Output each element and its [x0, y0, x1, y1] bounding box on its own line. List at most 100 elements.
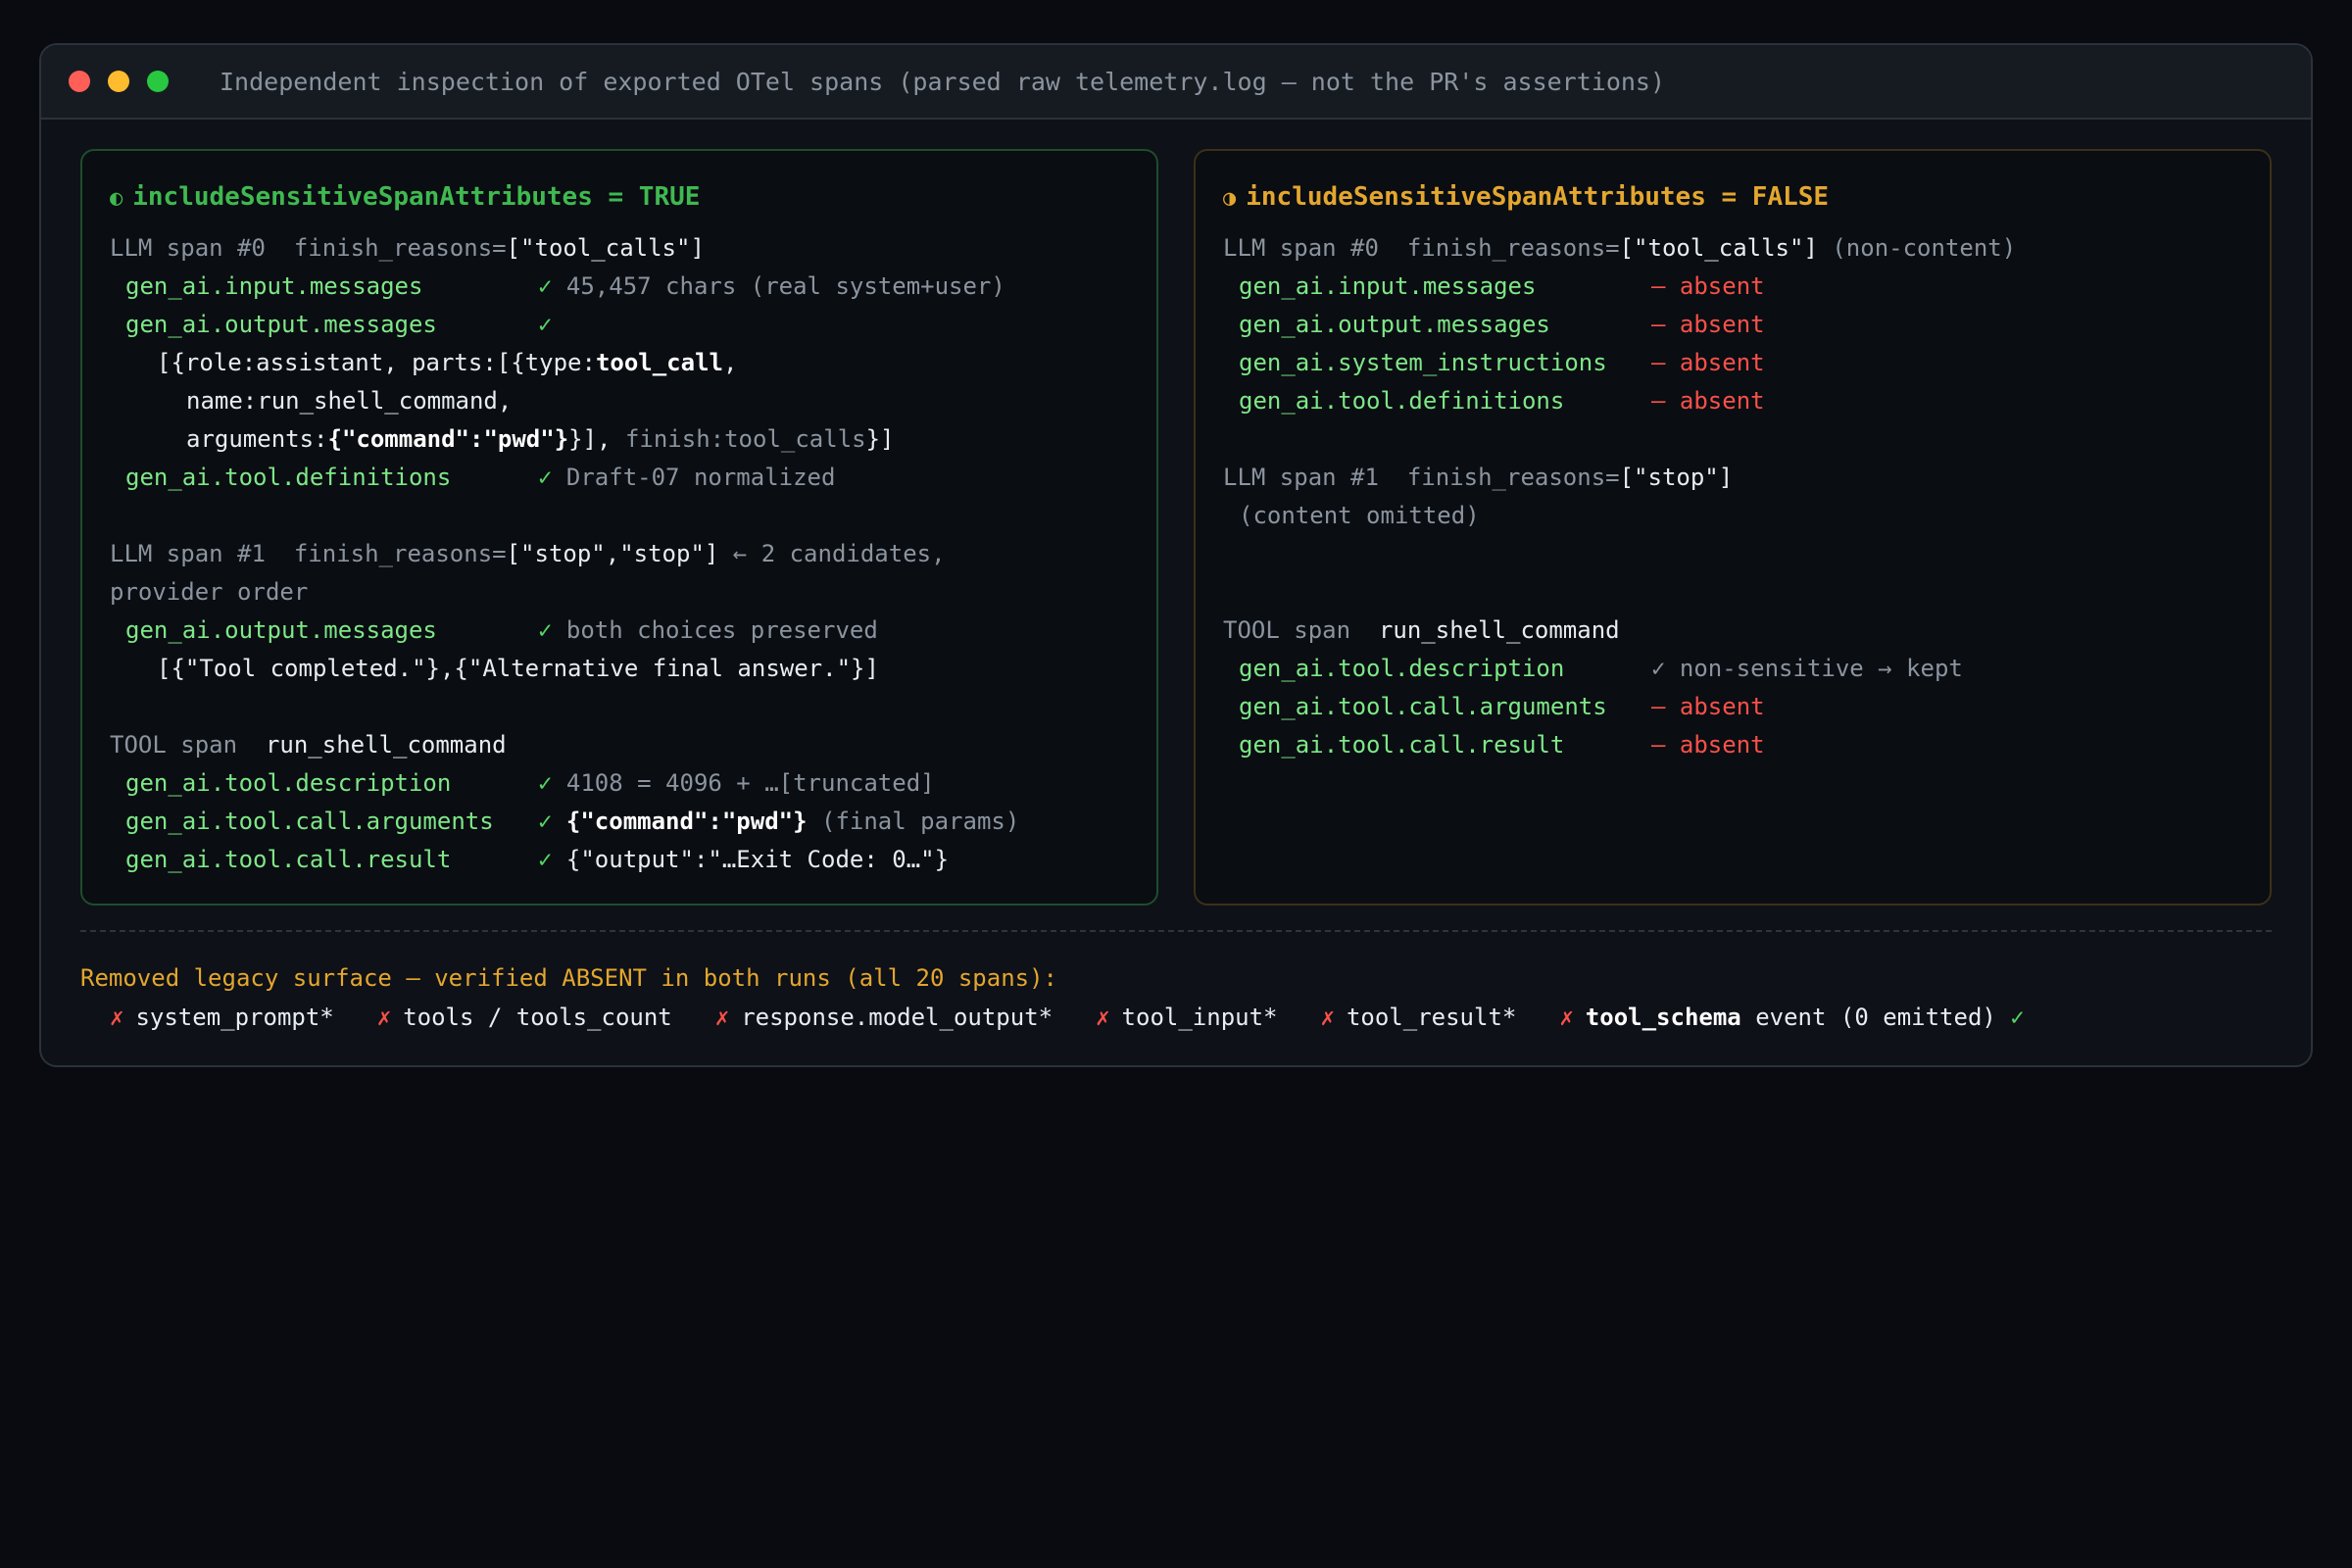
- attr-absent: — absent: [1651, 272, 1765, 300]
- output-bold: tool_call: [595, 349, 723, 376]
- note-text: (content omitted): [1239, 502, 1480, 529]
- cross-icon: ✗: [1559, 1004, 1574, 1031]
- finish-value: ["tool_calls"]: [506, 234, 705, 262]
- attr-key: gen_ai.system_instructions: [1239, 349, 1607, 376]
- output-text: }],: [568, 425, 612, 453]
- attr-key: gen_ai.tool.call.arguments: [125, 808, 494, 835]
- span-label: LLM span #1: [110, 540, 266, 567]
- check-icon: ✓: [2010, 1004, 2025, 1031]
- attr-row: gen_ai.tool.call.arguments — absent: [1223, 688, 2242, 726]
- attr-absent: — absent: [1651, 693, 1765, 720]
- attr-row: gen_ai.output.messages ✓ both choices pre…: [110, 612, 1129, 650]
- half-circle-icon: ◑: [1223, 186, 1237, 211]
- legacy-item-bold: tool_schema: [1585, 1004, 1741, 1031]
- output-text: }]: [865, 425, 895, 453]
- output-line: arguments:{"command":"pwd"}}], finish:to…: [110, 420, 1129, 459]
- legacy-item: ✗ tools / tools_count: [377, 1004, 672, 1031]
- span-header: LLM span #0 finish_reasons=["tool_calls"…: [110, 229, 1129, 268]
- legacy-item-label: tool_result*: [1346, 1004, 1517, 1031]
- span-label: TOOL span: [1223, 616, 1351, 644]
- finish-note: (non-content): [1817, 234, 2017, 262]
- minimize-window-button[interactable]: [108, 71, 129, 92]
- attr-row: gen_ai.input.messages ✓ 45,457 chars (rea…: [110, 268, 1129, 306]
- sensitive-false-panel: ◑ includeSensitiveSpanAttributes = FALSE …: [1194, 149, 2272, 906]
- finish-value: ["stop"]: [1619, 464, 1734, 491]
- span-label: LLM span #0: [1223, 234, 1379, 262]
- legacy-item: ✗ response.model_output*: [715, 1004, 1053, 1031]
- terminal-window: Independent inspection of exported OTel …: [39, 43, 2313, 1067]
- attr-row: gen_ai.output.messages — absent: [1223, 306, 2242, 344]
- check-icon: ✓: [538, 769, 553, 797]
- legacy-item: ✗ system_prompt*: [110, 1004, 334, 1031]
- attr-note: (final params): [807, 808, 1020, 835]
- attr-absent: — absent: [1651, 731, 1765, 759]
- output-line: name:run_shell_command,: [110, 382, 1129, 420]
- check-icon: ✓: [538, 846, 553, 873]
- legacy-items: ✗ system_prompt* ✗ tools / tools_count ✗ resp…: [80, 998, 2276, 1037]
- span-header: TOOL span run_shell_command: [110, 726, 1129, 764]
- title-bar: Independent inspection of exported OTel …: [41, 45, 2311, 120]
- attr-key: gen_ai.output.messages: [125, 311, 437, 338]
- output-text: arguments:: [186, 425, 328, 453]
- legacy-item-label: response.model_output*: [741, 1004, 1054, 1031]
- sensitive-true-panel: ◐ includeSensitiveSpanAttributes = TRUE L…: [80, 149, 1158, 906]
- attr-key: gen_ai.tool.definitions: [1239, 387, 1565, 415]
- attr-row: gen_ai.tool.call.arguments ✓ {"command":"…: [110, 803, 1129, 841]
- legacy-title: Removed legacy surface — verified ABSENT…: [80, 964, 1057, 992]
- attr-value: {"output":"…Exit Code: 0…"}: [565, 846, 950, 873]
- finish-key: finish_reasons=: [293, 234, 507, 262]
- panel-heading-true: ◐ includeSensitiveSpanAttributes = TRUE: [110, 178, 1129, 216]
- span-label: LLM span #0: [110, 234, 266, 262]
- attr-row: gen_ai.tool.description ✓ non-sensitive →…: [1223, 650, 2242, 688]
- attr-value-bold: {"command":"pwd"}: [565, 808, 808, 835]
- attr-row: gen_ai.input.messages — absent: [1223, 268, 2242, 306]
- attr-key: gen_ai.tool.definitions: [125, 464, 452, 491]
- attr-row: gen_ai.tool.call.result ✓ {"output":"…Exi…: [110, 841, 1129, 879]
- attr-value: both choices preserved: [565, 616, 878, 644]
- check-icon: ✓: [538, 808, 553, 835]
- attr-absent: — absent: [1651, 349, 1765, 376]
- panel-heading-false: ◑ includeSensitiveSpanAttributes = FALSE: [1223, 178, 2242, 216]
- attr-row: gen_ai.tool.call.result — absent: [1223, 726, 2242, 764]
- cross-icon: ✗: [110, 1004, 124, 1031]
- attr-key: gen_ai.output.messages: [1239, 311, 1550, 338]
- attr-absent: — absent: [1651, 387, 1765, 415]
- span-header: LLM span #0 finish_reasons=["tool_calls"…: [1223, 229, 2242, 268]
- output-bold: {"command":"pwd"}: [327, 425, 569, 453]
- maximize-window-button[interactable]: [147, 71, 169, 92]
- check-icon: ✓: [538, 464, 553, 491]
- check-icon: ✓: [538, 272, 553, 300]
- attr-value: Draft-07 normalized: [565, 464, 836, 491]
- tool-name: run_shell_command: [1378, 616, 1620, 644]
- finish-key: finish_reasons=: [1406, 464, 1620, 491]
- output-text: [{"Tool completed."},{"Alternative final…: [157, 655, 879, 682]
- attr-kept: ✓ non-sensitive → kept: [1651, 655, 1963, 682]
- attr-key: gen_ai.input.messages: [125, 272, 423, 300]
- legacy-item-tool-schema: ✗ tool_schema event (0 emitted) ✓: [1559, 1004, 2024, 1031]
- finish-key: finish_reasons=: [293, 540, 507, 567]
- attr-key: gen_ai.output.messages: [125, 616, 437, 644]
- legacy-item: ✗ tool_input*: [1096, 1004, 1277, 1031]
- output-line: [{"Tool completed."},{"Alternative final…: [110, 650, 1129, 688]
- attr-key: gen_ai.tool.description: [1239, 655, 1565, 682]
- attr-absent: — absent: [1651, 311, 1765, 338]
- attr-key: gen_ai.input.messages: [1239, 272, 1537, 300]
- finish-value: ["tool_calls"]: [1619, 234, 1818, 262]
- close-window-button[interactable]: [69, 71, 90, 92]
- output-text: name:run_shell_command,: [186, 387, 513, 415]
- span-label: LLM span #1: [1223, 464, 1379, 491]
- tool-name: run_shell_command: [265, 731, 507, 759]
- heading-text: includeSensitiveSpanAttributes = TRUE: [132, 182, 701, 212]
- span-header-cont: provider order: [110, 578, 309, 606]
- attr-key: gen_ai.tool.description: [125, 769, 452, 797]
- heading-text: includeSensitiveSpanAttributes = FALSE: [1246, 182, 1830, 212]
- attr-row: gen_ai.tool.definitions ✓ Draft-07 normal…: [110, 459, 1129, 497]
- check-icon: ✓: [538, 311, 553, 338]
- finish-value: ["stop","stop"]: [506, 540, 719, 567]
- half-circle-icon: ◐: [110, 186, 123, 211]
- attr-key: gen_ai.tool.call.result: [125, 846, 452, 873]
